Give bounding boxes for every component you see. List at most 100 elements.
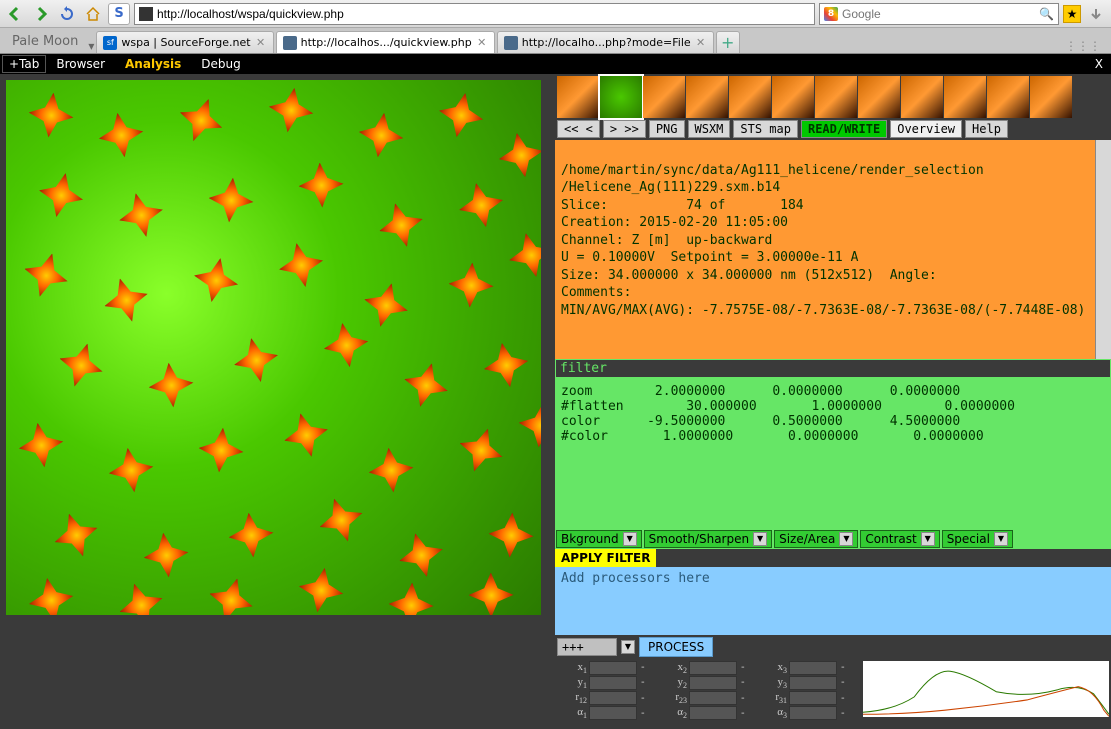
dropdown-icon[interactable]: ▾ <box>88 39 94 53</box>
s-button[interactable]: S <box>108 3 130 25</box>
thumbnail[interactable] <box>901 76 943 118</box>
chevron-down-icon[interactable]: ▼ <box>621 640 635 654</box>
sf-favicon-icon: sf <box>103 36 117 50</box>
param-r12-input[interactable] <box>589 691 637 705</box>
tab-label: http://localho...php?mode=File <box>522 36 691 49</box>
info-panel: /home/martin/sync/data/Ag111_helicene/re… <box>555 140 1111 359</box>
overview-button[interactable]: Overview <box>890 120 962 138</box>
thumbnail[interactable] <box>643 76 685 118</box>
info-creation: Creation: 2015-02-20 11:05:00 <box>561 215 788 230</box>
bookmark-star-icon[interactable]: ★ <box>1063 5 1081 23</box>
params-row: x1- y1- r12- α1- x2- y2- r23- α2- x3- y3… <box>555 659 1111 723</box>
tab-close-icon[interactable]: ✕ <box>476 37 488 49</box>
param-x3-label: x3 <box>757 661 787 675</box>
url-input[interactable] <box>157 7 810 21</box>
param-y2-input[interactable] <box>689 676 737 690</box>
info-size: Size: 34.000000 x 34.000000 nm (512x512)… <box>561 268 937 283</box>
info-params: U = 0.10000V Setpoint = 3.00000e-11 A <box>561 250 858 265</box>
tab-close-icon[interactable]: ✕ <box>255 37 267 49</box>
param-r31-input[interactable] <box>789 691 837 705</box>
param-y2-label: y2 <box>657 676 687 690</box>
thumbnail[interactable] <box>557 76 599 118</box>
process-button[interactable]: PROCESS <box>639 637 713 657</box>
param-x2-label: x2 <box>657 661 687 675</box>
tab-label: wspa | SourceForge.net <box>121 36 250 49</box>
smooth-dropdown[interactable]: Smooth/Sharpen▼ <box>644 530 772 548</box>
thumbnail[interactable] <box>729 76 771 118</box>
tab-bar: Pale Moon ▾ sf wspa | SourceForge.net ✕ … <box>0 28 1111 54</box>
tab-sourceforge[interactable]: sf wspa | SourceForge.net ✕ <box>96 31 273 53</box>
new-tab-button[interactable]: + <box>716 31 740 53</box>
nav-back-button[interactable]: << < <box>557 120 600 138</box>
nav-button-row: << < > >> PNG WSXM STS map READ/WRITE Ov… <box>555 118 1111 140</box>
param-y3-input[interactable] <box>789 676 837 690</box>
param-x3-input[interactable] <box>789 661 837 675</box>
size-dropdown[interactable]: Size/Area▼ <box>774 530 858 548</box>
histogram[interactable] <box>863 661 1109 717</box>
reload-button[interactable] <box>56 3 78 25</box>
thumbnail[interactable] <box>858 76 900 118</box>
thumbnail[interactable] <box>686 76 728 118</box>
search-box[interactable]: 8 🔍 <box>819 3 1059 25</box>
scrollbar[interactable] <box>1095 140 1111 359</box>
browser-toolbar: S 8 🔍 ★ <box>0 0 1111 28</box>
plus-input[interactable] <box>557 638 617 656</box>
back-button[interactable] <box>4 3 26 25</box>
sts-map-button[interactable]: STS map <box>733 120 798 138</box>
param-a3-input[interactable] <box>789 706 837 720</box>
chevron-down-icon: ▼ <box>623 532 637 546</box>
thumbnail-selected[interactable] <box>600 76 642 118</box>
close-x-button[interactable]: X <box>1087 55 1111 73</box>
stm-image[interactable] <box>6 80 541 615</box>
search-input[interactable] <box>842 7 1035 21</box>
thumbnail[interactable] <box>1030 76 1072 118</box>
menu-analysis[interactable]: Analysis <box>115 55 191 73</box>
png-button[interactable]: PNG <box>649 120 685 138</box>
tab-close-icon[interactable]: ✕ <box>695 37 707 49</box>
processor-area[interactable]: Add processors here <box>555 567 1111 635</box>
thumbnail[interactable] <box>987 76 1029 118</box>
param-a2-label: α2 <box>657 706 687 720</box>
search-icon[interactable]: 🔍 <box>1039 7 1054 21</box>
local-favicon-icon <box>283 36 297 50</box>
param-x2-input[interactable] <box>689 661 737 675</box>
menu-browser[interactable]: Browser <box>46 55 115 73</box>
param-x1-input[interactable] <box>589 661 637 675</box>
param-r23-input[interactable] <box>689 691 737 705</box>
help-button[interactable]: Help <box>965 120 1008 138</box>
param-a2-input[interactable] <box>689 706 737 720</box>
filter-body[interactable]: zoom 2.0000000 0.0000000 0.0000000 #flat… <box>555 378 1111 529</box>
home-button[interactable] <box>82 3 104 25</box>
download-arrow-icon[interactable] <box>1085 3 1107 25</box>
url-bar[interactable] <box>134 3 815 25</box>
filter-label: filter <box>555 359 1111 378</box>
plus-tab-button[interactable]: +Tab <box>2 55 46 73</box>
param-a1-label: α1 <box>557 706 587 720</box>
apply-row: APPLY FILTER <box>555 549 1111 567</box>
thumbnail[interactable] <box>772 76 814 118</box>
info-slice: Slice: 74 of 184 <box>561 198 804 213</box>
param-r31-label: r31 <box>757 691 787 705</box>
tab-label: http://localhos.../quickview.php <box>301 36 472 49</box>
thumbnail[interactable] <box>944 76 986 118</box>
chevron-down-icon: ▼ <box>839 532 853 546</box>
right-panel: << < > >> PNG WSXM STS map READ/WRITE Ov… <box>555 74 1111 729</box>
readwrite-button[interactable]: READ/WRITE <box>801 120 887 138</box>
apply-filter-button[interactable]: APPLY FILTER <box>555 549 656 567</box>
wsxm-button[interactable]: WSXM <box>688 120 731 138</box>
tab-quickview[interactable]: http://localhos.../quickview.php ✕ <box>276 31 495 53</box>
param-r12-label: r12 <box>557 691 587 705</box>
bkground-dropdown[interactable]: Bkground▼ <box>556 530 642 548</box>
left-panel <box>0 74 555 729</box>
nav-fwd-button[interactable]: > >> <box>603 120 646 138</box>
thumbnail[interactable] <box>815 76 857 118</box>
chevron-down-icon: ▼ <box>753 532 767 546</box>
menu-debug[interactable]: Debug <box>191 55 250 73</box>
contrast-dropdown[interactable]: Contrast▼ <box>860 530 939 548</box>
param-a1-input[interactable] <box>589 706 637 720</box>
tab-file[interactable]: http://localho...php?mode=File ✕ <box>497 31 714 53</box>
plus-row: ▼ PROCESS <box>555 635 1111 659</box>
forward-button[interactable] <box>30 3 52 25</box>
param-y1-input[interactable] <box>589 676 637 690</box>
special-dropdown[interactable]: Special▼ <box>942 530 1013 548</box>
